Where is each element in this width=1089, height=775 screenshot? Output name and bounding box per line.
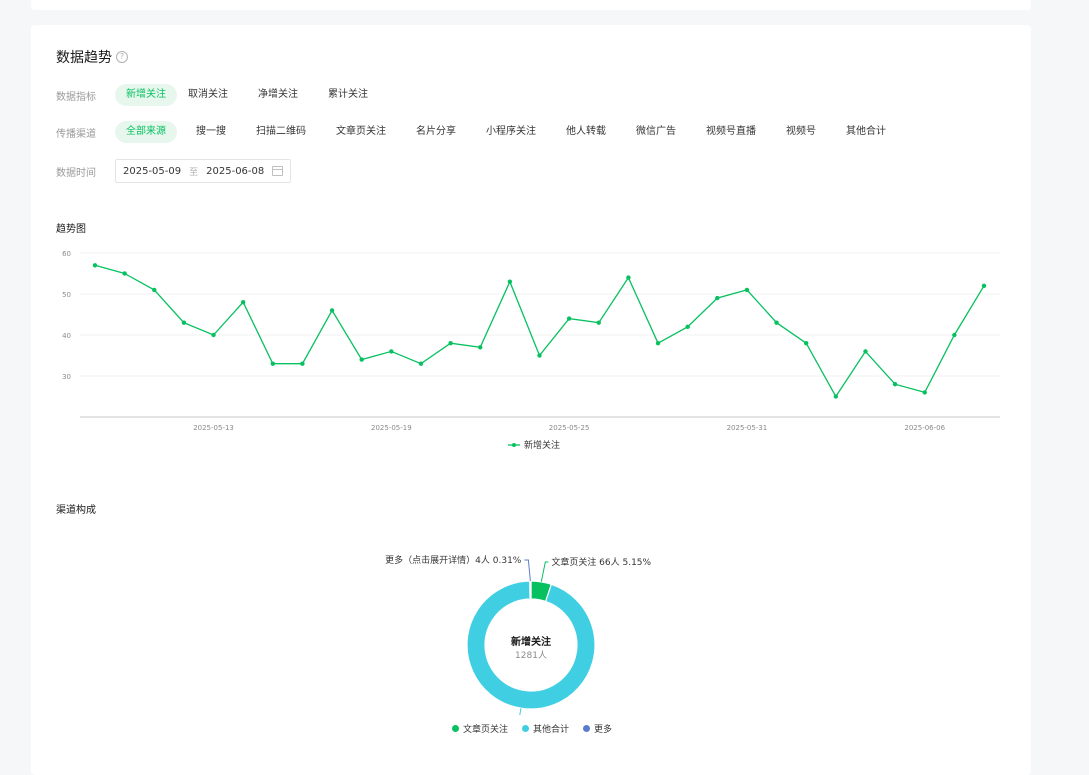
data-point — [566, 316, 572, 321]
legend-series-label: 新增关注 — [524, 439, 560, 451]
channel-option-miniprogram[interactable]: 小程序关注 — [475, 121, 547, 143]
legend-article[interactable]: 文章页关注 — [452, 722, 508, 735]
data-point — [359, 357, 364, 362]
data-point — [389, 349, 394, 354]
data-point — [626, 275, 631, 280]
data-point — [418, 361, 424, 366]
data-point — [715, 295, 720, 301]
data-point — [804, 341, 809, 346]
donut-slice — [529, 580, 532, 600]
data-point — [981, 283, 987, 288]
channel-option-article[interactable]: 文章页关注 — [325, 121, 397, 143]
series-line-new-follow — [94, 264, 985, 398]
trend-title: 趋势图 — [56, 224, 86, 235]
legend-other-dot — [522, 725, 530, 732]
channel-option-channels-live[interactable]: 视频号直播 — [695, 121, 767, 143]
data-point — [122, 271, 127, 276]
channel-option-all[interactable]: 全部来源 — [115, 121, 177, 143]
donut-center-value: 1281人 — [515, 650, 547, 661]
label-line-article — [540, 561, 549, 582]
channel-option-repost[interactable]: 他人转载 — [555, 121, 617, 143]
x-tick-label: 2025-06-06 — [904, 424, 945, 432]
channel-label: 传播渠道 — [56, 128, 96, 140]
data-point — [655, 341, 661, 346]
metric-label: 数据指标 — [56, 91, 96, 103]
metric-option-unfollow[interactable]: 取消关注 — [177, 84, 239, 106]
legend-more-dot — [583, 725, 591, 732]
data-point — [833, 394, 839, 399]
donut-center-title: 新增关注 — [511, 635, 551, 648]
donut-legend: 文章页关注 其他合计 更多 — [452, 722, 612, 735]
legend-article-label: 文章页关注 — [463, 725, 509, 735]
data-point — [300, 361, 305, 366]
legend-other-label: 其他合计 — [533, 725, 570, 735]
data-point — [329, 308, 335, 313]
slice-label-article: 文章页关注 66人 5.15% — [551, 556, 651, 568]
metric-filter-row: 数据指标 新增关注 取消关注 净增关注 累计关注 — [56, 84, 379, 106]
metric-option-net-follow[interactable]: 净增关注 — [247, 84, 309, 106]
section-title-text: 数据趋势 — [56, 50, 112, 66]
label-line-other — [519, 708, 522, 715]
date-separator: 至 — [189, 167, 199, 178]
legend-more-label: 更多 — [594, 725, 613, 735]
data-point — [211, 332, 216, 338]
data-point — [952, 332, 957, 338]
date-end[interactable]: 2025-06-08 — [206, 166, 264, 177]
channel-option-other[interactable]: 其他合计 — [835, 121, 897, 143]
date-filter-row: 数据时间 2025-05-09 至 2025-06-08 — [56, 159, 292, 183]
composition-title: 渠道构成 — [56, 505, 96, 516]
data-point — [478, 345, 483, 350]
x-tick-label: 2025-05-25 — [549, 424, 590, 432]
slice-label-more: 更多（点击展开详情）4人 0.31% — [385, 554, 522, 566]
data-point — [270, 361, 275, 366]
legend-other[interactable]: 其他合计 — [522, 722, 569, 735]
y-tick-label: 50 — [62, 291, 71, 299]
calendar-icon[interactable] — [272, 166, 284, 176]
legend-more[interactable]: 更多 — [583, 722, 612, 735]
data-point — [744, 287, 750, 293]
y-tick-label: 30 — [62, 373, 71, 381]
channel-option-card-share[interactable]: 名片分享 — [405, 121, 467, 143]
data-point — [92, 263, 98, 268]
x-tick-label: 2025-05-19 — [371, 424, 412, 432]
x-tick-label: 2025-05-31 — [727, 424, 768, 432]
channel-filter-row: 传播渠道 全部来源 搜一搜 扫描二维码 文章页关注 名片分享 小程序关注 他人转… — [56, 121, 897, 143]
data-point — [181, 320, 187, 325]
data-point — [685, 324, 690, 329]
metric-option-new-follow[interactable]: 新增关注 — [115, 84, 177, 106]
trend-line-chart: 30 40 50 60 2025-05-13 2025-05-19 2025-05-25 20… — [62, 250, 1000, 451]
channel-donut-chart: 新增关注 1281人 文章页关注 66人 5.15% 更多（点击展开详情）4人 0.3… — [385, 554, 652, 715]
x-tick-label: 2025-05-13 — [193, 424, 234, 432]
legend-article-dot — [452, 725, 459, 732]
data-point — [240, 300, 246, 305]
data-point — [152, 287, 157, 293]
data-trend-card: 数据趋势 ? 数据指标 新增关注 取消关注 净增关注 累计关注 传播渠道 全部来… — [31, 25, 1031, 775]
y-tick-label: 40 — [62, 332, 71, 340]
label-line-more — [524, 559, 531, 582]
help-icon[interactable]: ? — [116, 51, 128, 63]
data-point — [863, 349, 868, 354]
data-point — [596, 320, 601, 325]
date-start[interactable]: 2025-05-09 — [123, 166, 181, 177]
channel-option-channels[interactable]: 视频号 — [775, 121, 827, 143]
metric-option-total-follow[interactable]: 累计关注 — [317, 84, 379, 106]
data-point — [892, 382, 898, 387]
y-tick-label: 60 — [62, 250, 71, 258]
data-point — [774, 320, 779, 325]
previous-card — [31, 0, 1031, 10]
data-point — [448, 341, 453, 346]
data-point — [922, 390, 927, 395]
channel-option-search[interactable]: 搜一搜 — [185, 121, 237, 143]
data-point — [507, 279, 513, 284]
legend-point-symbol — [512, 443, 516, 447]
date-label: 数据时间 — [56, 167, 96, 179]
data-point — [537, 353, 542, 358]
channel-option-qrcode[interactable]: 扫描二维码 — [245, 121, 317, 143]
date-range-picker[interactable]: 2025-05-09 至 2025-06-08 — [115, 159, 292, 183]
channel-option-wechat-ad[interactable]: 微信广告 — [625, 121, 687, 143]
section-title: 数据趋势 ? — [56, 47, 128, 67]
